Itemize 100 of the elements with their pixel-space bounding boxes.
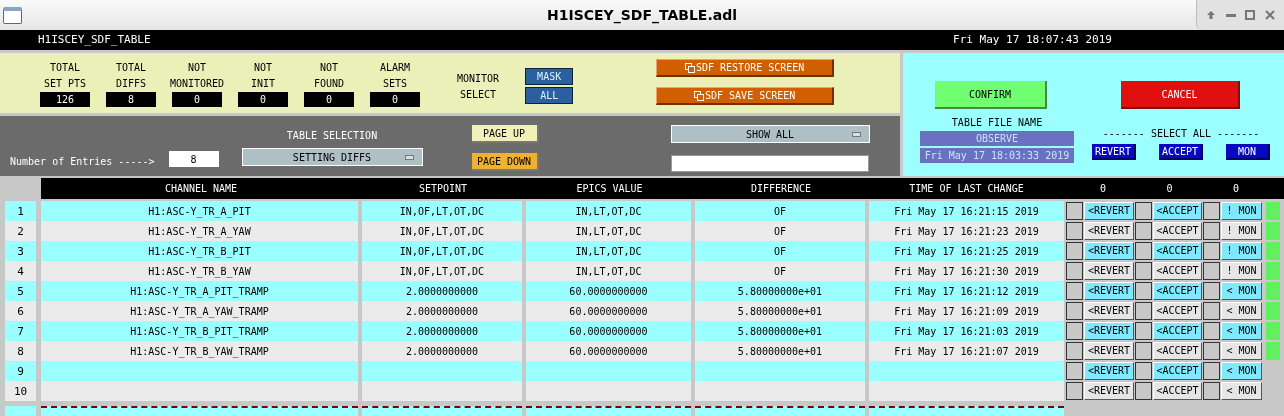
select-box[interactable] — [1066, 202, 1083, 220]
accept-button[interactable]: <ACCEPT — [1153, 222, 1202, 240]
close-icon[interactable] — [1265, 10, 1276, 20]
revert-button[interactable]: <REVERT — [1084, 202, 1134, 220]
revert-button[interactable]: <REVERT — [1084, 362, 1134, 380]
window-icon[interactable] — [3, 6, 22, 24]
select-box[interactable] — [1203, 302, 1220, 320]
stat-label: NOT — [319, 61, 339, 75]
monitor-button[interactable]: ! MON — [1221, 242, 1262, 260]
select-box[interactable] — [1135, 362, 1152, 380]
row-number: 9 — [17, 365, 24, 377]
table-cell: 2.0000000000 — [362, 281, 522, 301]
select-box[interactable] — [1135, 342, 1152, 360]
row-number: 3 — [17, 245, 24, 257]
select-box[interactable] — [1203, 322, 1220, 340]
filter-dropdown[interactable]: SHOW ALL — [670, 125, 870, 143]
accept-button[interactable]: <ACCEPT — [1153, 362, 1202, 380]
accept-button[interactable]: <ACCEPT — [1153, 322, 1202, 340]
select-box[interactable] — [1135, 302, 1152, 320]
confirm-button[interactable]: CONFIRM — [935, 81, 1047, 109]
select-box[interactable] — [1135, 262, 1152, 280]
select-box[interactable] — [1066, 302, 1083, 320]
monitor-option-button[interactable]: MASK — [525, 68, 574, 85]
revert-button[interactable]: <REVERT — [1084, 222, 1134, 240]
select-all-label: ------- SELECT ALL ------- — [1102, 127, 1260, 141]
revert-button[interactable]: <REVERT — [1084, 262, 1134, 280]
select-box[interactable] — [1203, 222, 1220, 240]
monitor-button[interactable]: ! MON — [1221, 222, 1262, 240]
select-box[interactable] — [1066, 222, 1083, 240]
revert-button[interactable]: <REVERT — [1084, 342, 1134, 360]
column-header: DIFFERENCE — [749, 182, 813, 196]
cancel-button[interactable]: CANCEL — [1121, 81, 1240, 109]
select-box[interactable] — [1066, 362, 1083, 380]
revert-button[interactable]: <REVERT — [1084, 322, 1134, 340]
select-all-button[interactable]: ACCEPT — [1159, 144, 1203, 160]
select-all-button[interactable]: REVERT — [1092, 144, 1136, 160]
accept-button[interactable]: <ACCEPT — [1153, 282, 1202, 300]
monitor-button[interactable]: < MON — [1221, 322, 1262, 340]
table-cell: H1:ASC-Y_TR_A_PIT — [41, 201, 358, 221]
accept-button[interactable]: <ACCEPT — [1153, 302, 1202, 320]
accept-button[interactable]: <ACCEPT — [1153, 202, 1202, 220]
select-box[interactable] — [1066, 382, 1083, 400]
select-box[interactable] — [1203, 242, 1220, 260]
monitor-button[interactable]: < MON — [1221, 302, 1262, 320]
select-box[interactable] — [1203, 342, 1220, 360]
select-box[interactable] — [1203, 382, 1220, 400]
table-cell: 60.0000000000 — [526, 341, 691, 361]
monitor-button[interactable]: ! MON — [1221, 202, 1262, 220]
restore-screen-button[interactable]: SDF RESTORE SCREEN — [656, 59, 835, 77]
table-cell: 60.0000000000 — [526, 321, 691, 341]
monitor-button[interactable]: < MON — [1221, 382, 1262, 400]
select-box[interactable] — [1203, 202, 1220, 220]
select-box[interactable] — [1066, 242, 1083, 260]
save-screen-button[interactable]: SDF SAVE SCREEN — [656, 87, 835, 105]
accept-button[interactable]: <ACCEPT — [1153, 262, 1202, 280]
select-box[interactable] — [1066, 322, 1083, 340]
monitor-button[interactable]: < MON — [1221, 362, 1262, 380]
accept-button[interactable]: <ACCEPT — [1153, 342, 1202, 360]
monitor-button[interactable]: < MON — [1221, 342, 1262, 360]
accept-button[interactable]: <ACCEPT — [1153, 242, 1202, 260]
revert-button[interactable]: <REVERT — [1084, 302, 1134, 320]
select-box[interactable] — [1135, 222, 1152, 240]
select-box[interactable] — [1203, 282, 1220, 300]
select-box[interactable] — [1066, 282, 1083, 300]
select-box[interactable] — [1135, 282, 1152, 300]
revert-button[interactable]: <REVERT — [1084, 382, 1134, 400]
row-number: 4 — [17, 265, 24, 277]
row-number: 10 — [13, 385, 28, 397]
select-all-button[interactable]: MON — [1226, 144, 1270, 160]
revert-button[interactable]: <REVERT — [1084, 242, 1134, 260]
window-title: H1ISCEY_SDF_TABLE.adl — [547, 5, 737, 26]
select-box[interactable] — [1135, 202, 1152, 220]
monitor-select-label: MONITOR — [457, 72, 500, 86]
select-box[interactable] — [1203, 262, 1220, 280]
accept-button[interactable]: <ACCEPT — [1153, 382, 1202, 400]
select-box[interactable] — [1203, 362, 1220, 380]
table-selection-dropdown[interactable]: SETTING DIFFS — [241, 148, 423, 166]
monitor-option-button[interactable]: ALL — [525, 87, 574, 104]
maximize-icon[interactable] — [1245, 10, 1256, 20]
table-cell: 60.0000000000 — [526, 281, 691, 301]
select-box[interactable] — [1135, 242, 1152, 260]
stat-label: NOT — [187, 61, 207, 75]
stat-label: SET PTS — [43, 77, 87, 91]
monitor-button[interactable]: < MON — [1221, 282, 1262, 300]
row-number: 2 — [17, 225, 24, 237]
revert-button[interactable]: <REVERT — [1084, 282, 1134, 300]
arrow-up-icon[interactable] — [1205, 10, 1216, 20]
minimize-icon[interactable] — [1225, 13, 1236, 17]
table-cell: H1:ASC-Y_TR_B_YAW — [41, 261, 358, 281]
select-box[interactable] — [1135, 382, 1152, 400]
monitor-button[interactable]: ! MON — [1221, 262, 1262, 280]
stat-label: TOTAL — [115, 61, 147, 75]
select-box[interactable] — [1066, 342, 1083, 360]
table-cell: 5.80000000e+01 — [695, 321, 865, 341]
search-field[interactable] — [670, 155, 869, 172]
page-down-button[interactable]: PAGE DOWN — [471, 153, 539, 171]
column-header: EPICS VALUE — [575, 182, 644, 196]
select-box[interactable] — [1066, 262, 1083, 280]
page-up-button[interactable]: PAGE UP — [471, 125, 539, 143]
select-box[interactable] — [1135, 322, 1152, 340]
